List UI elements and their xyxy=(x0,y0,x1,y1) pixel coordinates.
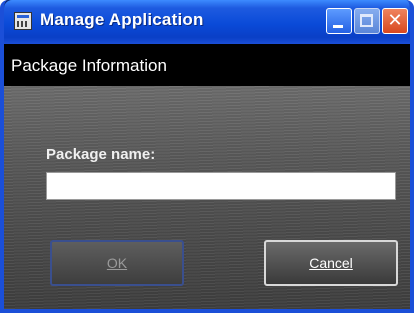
dialog-body: Package name: OK Cancel xyxy=(4,86,410,309)
cancel-button[interactable]: Cancel xyxy=(264,240,398,286)
maximize-icon xyxy=(360,14,373,27)
title-bar[interactable]: Manage Application ✕ xyxy=(4,0,410,44)
maximize-button[interactable] xyxy=(354,8,380,34)
minimize-button[interactable] xyxy=(326,8,352,34)
section-header: Package Information xyxy=(4,44,410,86)
close-button[interactable]: ✕ xyxy=(382,8,408,34)
app-window-icon[interactable] xyxy=(14,12,32,30)
window-title: Manage Application xyxy=(40,10,204,29)
package-name-label: Package name: xyxy=(46,146,156,163)
minimize-icon xyxy=(333,25,343,28)
ok-button[interactable]: OK xyxy=(50,240,184,286)
manage-application-window: Manage Application ✕ Package Information… xyxy=(0,0,414,313)
section-title: Package Information xyxy=(11,56,167,75)
close-icon: ✕ xyxy=(387,10,403,31)
package-name-input[interactable] xyxy=(46,172,396,200)
